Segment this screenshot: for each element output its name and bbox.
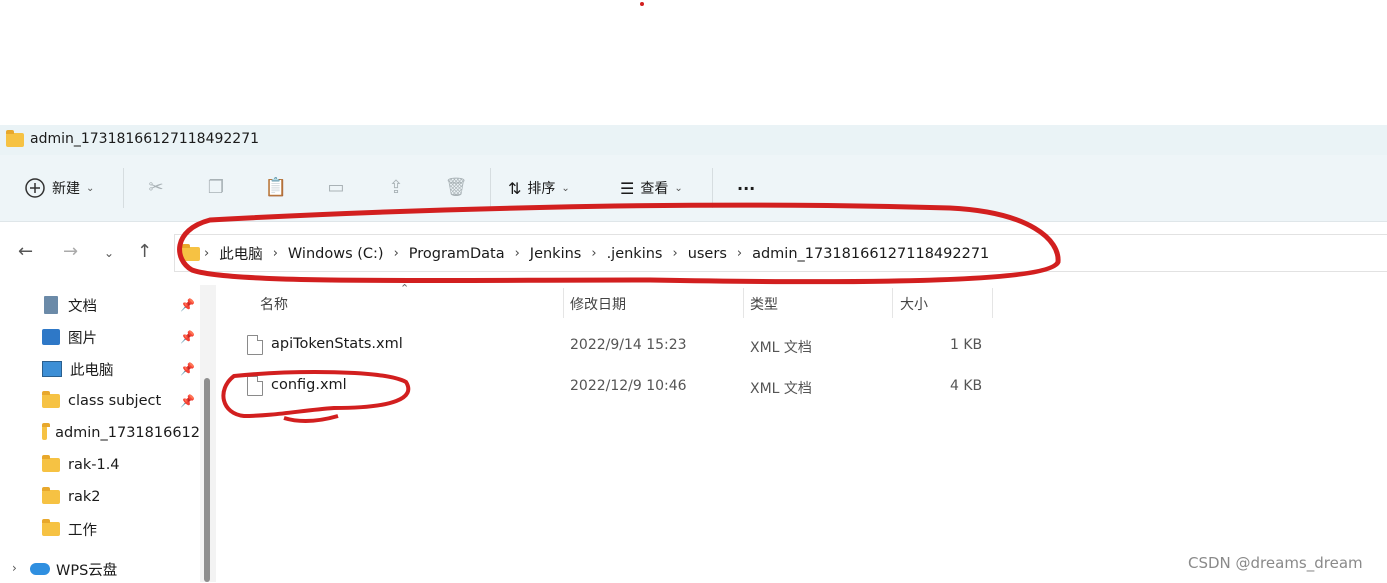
image-icon [42, 329, 60, 345]
paste-icon[interactable]: 📋 [265, 176, 287, 198]
rename-icon[interactable]: ▭ [325, 176, 347, 198]
sidebar-item-class-subject[interactable]: class subject [40, 387, 200, 415]
sidebar-item-label: 工作 [68, 522, 97, 539]
back-arrow-icon[interactable]: ← [18, 241, 33, 262]
recent-locations-chevron-icon[interactable]: ⌄ [104, 246, 114, 260]
column-header-size[interactable]: 大小 [900, 294, 928, 314]
file-type: XML 文档 [750, 340, 812, 356]
sidebar-item-label: rak2 [68, 489, 101, 505]
cut-icon[interactable]: ✂ [145, 176, 167, 198]
toolbar-divider [123, 168, 124, 208]
view-label: 查看 [640, 181, 669, 197]
file-modified: 2022/12/9 10:46 [570, 378, 687, 394]
pin-icon[interactable]: 📌 [180, 330, 195, 344]
sidebar-item-rak-1-4[interactable]: rak-1.4 [40, 451, 200, 479]
sort-label: 排序 [527, 181, 556, 197]
file-modified: 2022/9/14 15:23 [570, 337, 687, 353]
window-title: admin_17318166127118492271 [30, 131, 260, 147]
sidebar-item-pictures[interactable]: 图片 [40, 323, 200, 351]
file-size: 1 KB [950, 337, 983, 353]
plus-circle-icon [25, 178, 45, 198]
file-name[interactable]: apiTokenStats.xml [271, 336, 403, 352]
sidebar-item-work[interactable]: 工作 [40, 515, 200, 543]
column-header-modified[interactable]: 修改日期 [570, 294, 626, 314]
forward-arrow-icon[interactable]: → [63, 241, 78, 262]
red-annotation-circle [177, 202, 1061, 285]
sidebar-item-admin[interactable]: admin_1731816612 [40, 419, 200, 447]
sidebar-item-label: 文档 [68, 298, 97, 315]
pin-icon[interactable]: 📌 [180, 394, 195, 408]
column-divider[interactable] [992, 288, 993, 318]
column-header-name[interactable]: 名称 [260, 294, 288, 314]
column-divider[interactable] [743, 288, 744, 318]
chevron-down-icon: ⌄ [674, 182, 683, 194]
sort-ascending-icon: ⌃ [400, 282, 410, 295]
column-divider[interactable] [563, 288, 564, 318]
column-header-type[interactable]: 类型 [750, 294, 778, 314]
new-label: 新建 [52, 181, 80, 197]
expand-chevron-icon[interactable]: › [12, 561, 17, 575]
document-icon [44, 296, 58, 314]
sidebar-item-label: admin_1731816612 [55, 425, 200, 441]
chevron-down-icon: ⌄ [86, 182, 95, 194]
folder-icon [42, 391, 60, 408]
sidebar-item-this-pc[interactable]: 此电脑 [40, 355, 200, 383]
sidebar-item-wps-cloud[interactable]: WPS云盘 [30, 555, 190, 583]
sidebar-item-label: class subject [68, 393, 162, 409]
folder-icon [42, 487, 60, 504]
watermark: CSDN @dreams_dream [1188, 554, 1363, 572]
folder-icon [42, 455, 60, 472]
file-size: 4 KB [950, 378, 983, 394]
sidebar-item-label: 此电脑 [70, 362, 114, 379]
sidebar-item-documents[interactable]: 文档 [40, 291, 200, 319]
red-annotation-circle [221, 370, 411, 424]
up-arrow-icon[interactable]: ↑ [137, 241, 152, 262]
column-divider[interactable] [892, 288, 893, 318]
share-icon[interactable]: ⇪ [385, 176, 407, 198]
folder-icon [42, 519, 60, 536]
delete-icon[interactable]: 🗑 [445, 176, 468, 198]
sidebar-item-rak2[interactable]: rak2 [40, 483, 200, 511]
xml-file-icon [247, 335, 263, 355]
sidebar-item-label: rak-1.4 [68, 457, 120, 473]
computer-icon [42, 361, 62, 377]
pin-icon[interactable]: 📌 [180, 362, 195, 376]
file-type: XML 文档 [750, 381, 812, 397]
red-dot-mark [640, 2, 644, 6]
folder-icon [42, 423, 51, 440]
copy-icon[interactable]: ❐ [205, 176, 227, 198]
sidebar-item-label: 图片 [68, 330, 97, 347]
pin-icon[interactable]: 📌 [180, 298, 195, 312]
sidebar-scrollbar-thumb[interactable] [204, 378, 210, 582]
chevron-down-icon: ⌄ [561, 182, 570, 194]
new-button[interactable]: 新建 ⌄ [24, 172, 94, 204]
view-list-icon: ☰ [620, 178, 635, 198]
sort-icon: ⇅ [508, 178, 522, 198]
cloud-icon [30, 563, 50, 575]
sidebar-item-label: WPS云盘 [56, 562, 118, 579]
folder-icon [6, 130, 24, 147]
